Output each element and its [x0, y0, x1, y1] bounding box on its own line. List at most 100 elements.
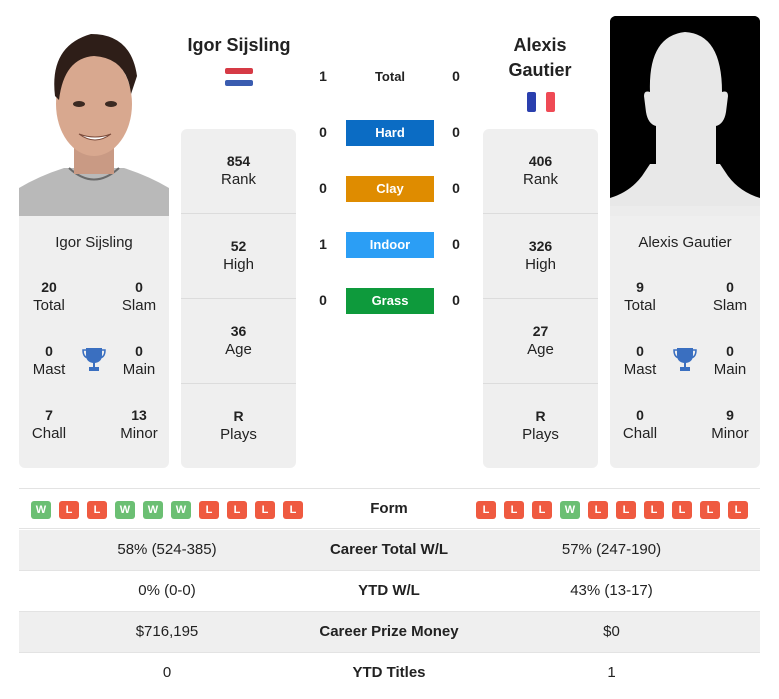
player1-photo — [19, 16, 169, 216]
player2-ranking-panel: 406 Rank 326 High 27 Age R Plays — [483, 129, 598, 468]
stat-label: Career Prize Money — [319, 623, 459, 640]
france-flag-icon — [527, 92, 555, 112]
form-loss-badge[interactable]: L — [588, 501, 608, 519]
player1-minor-titles: 13 Minor — [109, 406, 169, 444]
player1-main-titles: 0 Main — [109, 342, 169, 380]
stat-value: 0 — [726, 279, 734, 295]
h2h-label-total: Total — [374, 69, 406, 84]
player2-form: LLLWLLLLLL — [476, 501, 748, 519]
form-loss-badge[interactable]: L — [255, 501, 275, 519]
stat-value: 326 — [528, 238, 553, 254]
form-win-badge[interactable]: W — [115, 501, 135, 519]
stat-label: Rank — [522, 171, 559, 188]
form-win-badge[interactable]: W — [31, 501, 51, 519]
h2h-row-total: 1 Total 0 — [305, 64, 475, 90]
player2-rank: 406 Rank — [483, 129, 598, 214]
player2-slam-titles: 0 Slam — [700, 278, 760, 316]
trophy-icon — [673, 347, 697, 373]
stat-label: Plays — [220, 426, 257, 443]
form-loss-badge[interactable]: L — [700, 501, 720, 519]
stats-row-career-prize-money: $716,195 Career Prize Money $0 — [19, 612, 760, 653]
form-win-badge[interactable]: W — [143, 501, 163, 519]
stat-value: R — [535, 408, 546, 424]
form-loss-badge[interactable]: L — [476, 501, 496, 519]
stat-value: 406 — [528, 153, 553, 169]
h2h-p1-value: 0 — [319, 292, 327, 308]
stat-label: Rank — [220, 171, 257, 188]
player2-plays: R Plays — [483, 384, 598, 469]
stat-label: Mast — [623, 361, 657, 378]
form-loss-badge[interactable]: L — [87, 501, 107, 519]
stat-label: Total — [624, 297, 656, 314]
stat-label: Main — [713, 361, 747, 378]
netherlands-flag-icon — [225, 67, 253, 87]
stat-value: 36 — [230, 323, 247, 339]
form-row: WLLWWWLLLL Form LLLWLLLLLL — [19, 488, 760, 529]
stat-label: Slam — [712, 297, 748, 314]
player1-plays: R Plays — [181, 384, 296, 469]
stat-value: 0 — [636, 407, 644, 423]
player1-value: 58% (524-385) — [117, 541, 217, 558]
stat-label: Career Total W/L — [329, 541, 449, 558]
player1-high: 52 High — [181, 214, 296, 299]
h2h-row-clay: 0 Clay 0 — [305, 176, 475, 202]
stat-label: Plays — [522, 426, 559, 443]
player1-name[interactable]: Igor Sijsling — [175, 33, 303, 58]
stat-label: YTD W/L — [358, 582, 420, 599]
h2h-row-hard: 0 Hard 0 — [305, 120, 475, 146]
form-loss-badge[interactable]: L — [616, 501, 636, 519]
stat-value: 13 — [131, 407, 147, 423]
stat-value: 0 — [45, 343, 53, 359]
form-loss-badge[interactable]: L — [283, 501, 303, 519]
form-loss-badge[interactable]: L — [227, 501, 247, 519]
stat-label: Main — [122, 361, 156, 378]
stat-value: 0 — [135, 343, 143, 359]
stat-value: 20 — [41, 279, 57, 295]
stats-row-career-total-wl: 58% (524-385) Career Total W/L 57% (247-… — [19, 530, 760, 571]
player1-total-titles: 20 Total — [19, 278, 79, 316]
stat-label: Slam — [121, 297, 157, 314]
stats-row-ytd-wl: 0% (0-0) YTD W/L 43% (13-17) — [19, 571, 760, 612]
stats-row-ytd-titles: 0 YTD Titles 1 — [19, 653, 760, 694]
player1-slam-titles: 0 Slam — [109, 278, 169, 316]
player2-titles-card: Alexis Gautier 9 Total 0 Slam 0 Mast 0 M… — [610, 216, 760, 468]
stat-label: Age — [225, 341, 252, 358]
player2-masters-titles: 0 Mast — [610, 342, 670, 380]
stat-label: Minor — [120, 425, 158, 442]
stat-label: Chall — [31, 425, 67, 442]
form-win-badge[interactable]: W — [171, 501, 191, 519]
player1-titles-card: Igor Sijsling 20 Total 0 Slam 0 Mast 0 M… — [19, 216, 169, 468]
player1-challenger-titles: 7 Chall — [19, 406, 79, 444]
stat-value: 0 — [726, 343, 734, 359]
stat-label: Minor — [711, 425, 749, 442]
player2-name[interactable]: Alexis Gautier — [476, 33, 604, 83]
player2-value: $0 — [603, 623, 620, 640]
player1-form: WLLWWWLLLL — [31, 501, 303, 519]
player2-total-titles: 9 Total — [610, 278, 670, 316]
surface-badge-clay: Clay — [346, 176, 434, 202]
h2h-p1-value: 0 — [319, 180, 327, 196]
stat-label: High — [223, 256, 254, 273]
player2-card-name: Alexis Gautier — [638, 234, 732, 251]
form-loss-badge[interactable]: L — [504, 501, 524, 519]
form-loss-badge[interactable]: L — [532, 501, 552, 519]
form-loss-badge[interactable]: L — [672, 501, 692, 519]
stat-label: High — [525, 256, 556, 273]
form-win-badge[interactable]: W — [560, 501, 580, 519]
stat-label: Chall — [622, 425, 658, 442]
stat-label: Mast — [32, 361, 66, 378]
trophy-icon — [82, 347, 106, 373]
form-loss-badge[interactable]: L — [59, 501, 79, 519]
stat-value: 27 — [532, 323, 549, 339]
player1-card-name: Igor Sijsling — [55, 234, 133, 251]
h2h-p2-value: 0 — [452, 180, 460, 196]
avatar-silhouette-icon — [610, 16, 760, 216]
player1-ranking-panel: 854 Rank 52 High 36 Age R Plays — [181, 129, 296, 468]
surface-badge-hard: Hard — [346, 120, 434, 146]
h2h-p1-value: 1 — [319, 68, 327, 84]
form-loss-badge[interactable]: L — [644, 501, 664, 519]
form-loss-badge[interactable]: L — [199, 501, 219, 519]
form-loss-badge[interactable]: L — [728, 501, 748, 519]
h2h-p1-value: 0 — [319, 124, 327, 140]
player1-rank: 854 Rank — [181, 129, 296, 214]
